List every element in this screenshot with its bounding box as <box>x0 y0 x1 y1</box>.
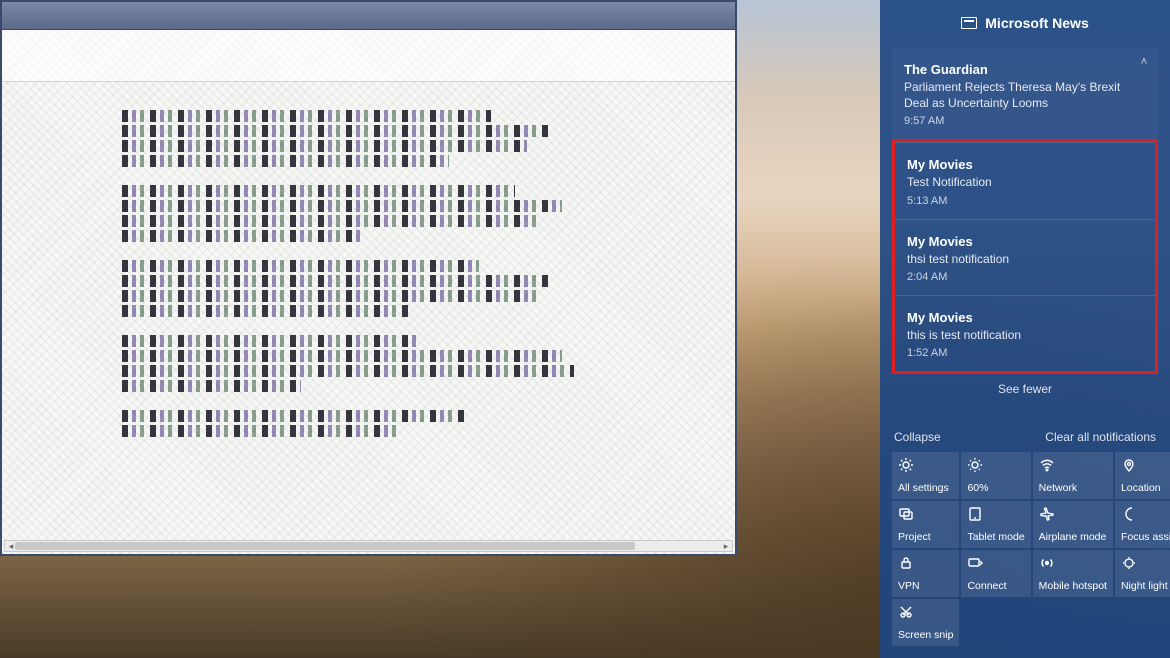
desktop-wallpaper: ◂ ▸ Microsoft News ˄ The Guardian Parlia… <box>0 0 1170 658</box>
qa-label: Focus assist <box>1121 531 1170 543</box>
qa-label: Mobile hotspot <box>1039 580 1107 592</box>
qa-label: Connect <box>967 580 1024 592</box>
hotspot-icon <box>1039 555 1107 571</box>
action-center-header: Microsoft News <box>880 0 1170 46</box>
notification-body: thsi test notification <box>907 251 1143 267</box>
collapse-link[interactable]: Collapse <box>894 430 941 444</box>
pin-icon <box>1121 457 1170 473</box>
notification-body: this is test notification <box>907 327 1143 343</box>
app-obscured-content: ◂ ▸ <box>2 2 735 554</box>
qa-vpn[interactable]: VPN <box>892 550 959 597</box>
notification-app: My Movies <box>907 234 1143 249</box>
horizontal-scrollbar[interactable]: ◂ ▸ <box>4 540 733 552</box>
qa-project[interactable]: Project <box>892 501 959 548</box>
wifi-icon <box>1039 457 1107 473</box>
sun-icon <box>967 457 1024 473</box>
clear-all-link[interactable]: Clear all notifications <box>1045 430 1156 444</box>
scroll-right-icon[interactable]: ▸ <box>720 541 732 551</box>
qa-label: Airplane mode <box>1039 531 1107 543</box>
news-icon <box>961 17 977 29</box>
notification-card[interactable]: My Movies this is test notification 1:52… <box>895 295 1155 371</box>
qa-location[interactable]: Location <box>1115 452 1170 499</box>
qa-night-light[interactable]: Night light <box>1115 550 1170 597</box>
notification-time: 1:52 AM <box>907 347 1143 359</box>
notification-headline: Parliament Rejects Theresa May's Brexit … <box>904 79 1146 111</box>
qa-connect[interactable]: Connect <box>961 550 1030 597</box>
notification-list: ˄ The Guardian Parliament Rejects Theres… <box>880 46 1170 402</box>
notification-app: My Movies <box>907 310 1143 325</box>
qa-label: Network <box>1039 482 1107 494</box>
notification-card-news[interactable]: ˄ The Guardian Parliament Rejects Theres… <box>892 48 1158 139</box>
vpn-icon <box>898 555 953 571</box>
notification-source: The Guardian <box>904 62 1146 77</box>
tablet-icon <box>967 506 1024 522</box>
qa-label: All settings <box>898 482 953 494</box>
qa-mobile-hotspot[interactable]: Mobile hotspot <box>1033 550 1113 597</box>
action-center-header-title: Microsoft News <box>985 15 1088 31</box>
qa-label: Night light <box>1121 580 1170 592</box>
qa-brightness[interactable]: 60% <box>961 452 1030 499</box>
see-fewer-link[interactable]: See fewer <box>892 374 1158 402</box>
action-center-footer-links: Collapse Clear all notifications <box>880 424 1170 452</box>
qa-focus-assist[interactable]: Focus assist <box>1115 501 1170 548</box>
app-toolbar[interactable] <box>2 30 735 82</box>
qa-label: Tablet mode <box>967 531 1024 543</box>
notification-card[interactable]: My Movies thsi test notification 2:04 AM <box>895 219 1155 295</box>
qa-label: Screen snip <box>898 629 953 641</box>
notification-app: My Movies <box>907 157 1143 172</box>
qa-all-settings[interactable]: All settings <box>892 452 959 499</box>
qa-tablet-mode[interactable]: Tablet mode <box>961 501 1030 548</box>
notification-time: 9:57 AM <box>904 115 1146 127</box>
qa-label: Location <box>1121 482 1170 494</box>
project-icon <box>898 506 953 522</box>
highlighted-notification-group: My Movies Test Notification 5:13 AM My M… <box>892 139 1158 374</box>
notification-time: 5:13 AM <box>907 195 1143 207</box>
nightlight-icon <box>1121 555 1170 571</box>
qa-network[interactable]: Network <box>1033 452 1113 499</box>
qa-label: Project <box>898 531 953 543</box>
qa-airplane-mode[interactable]: Airplane mode <box>1033 501 1113 548</box>
moon-icon <box>1121 506 1170 522</box>
notification-card[interactable]: My Movies Test Notification 5:13 AM <box>895 142 1155 218</box>
qa-screen-snip[interactable]: Screen snip <box>892 599 959 646</box>
connect-icon <box>967 555 1024 571</box>
quick-actions-grid: All settings 60% Network Location Projec… <box>880 452 1170 658</box>
notification-body: Test Notification <box>907 174 1143 190</box>
action-center-panel: Microsoft News ˄ The Guardian Parliament… <box>880 0 1170 658</box>
qa-label: 60% <box>967 482 1024 494</box>
notification-time: 2:04 AM <box>907 271 1143 283</box>
chevron-up-icon[interactable]: ˄ <box>1136 56 1152 70</box>
foreground-app-window[interactable]: ◂ ▸ <box>0 0 737 556</box>
app-document-area <box>2 82 735 465</box>
app-titlebar[interactable] <box>2 2 735 30</box>
scrollbar-thumb[interactable] <box>15 542 635 550</box>
plane-icon <box>1039 506 1107 522</box>
gear-icon <box>898 457 953 473</box>
qa-label: VPN <box>898 580 953 592</box>
snip-icon <box>898 604 953 620</box>
